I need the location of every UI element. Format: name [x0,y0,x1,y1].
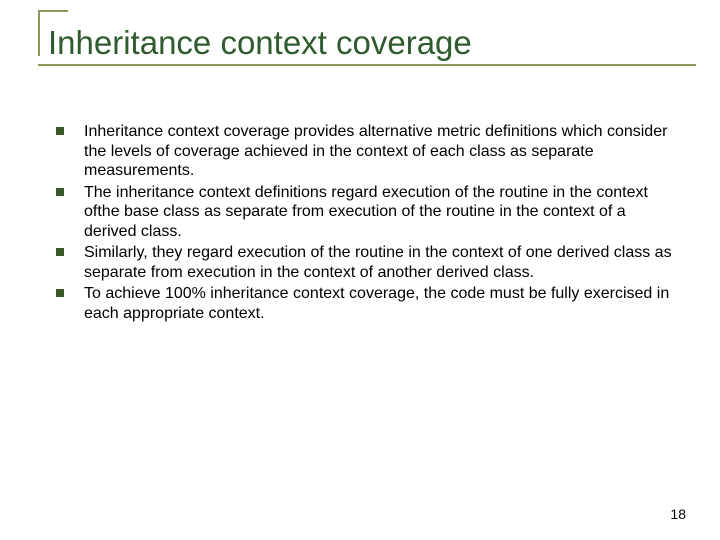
square-bullet-icon [56,127,64,135]
list-item: Inheritance context coverage provides al… [56,122,676,181]
slide-content: Inheritance context coverage provides al… [34,122,686,323]
square-bullet-icon [56,289,64,297]
slide: Inheritance context coverage Inheritance… [0,0,720,540]
list-item: Similarly, they regard execution of the … [56,243,676,282]
list-item: To achieve 100% inheritance context cove… [56,284,676,323]
title-corner-top [38,10,68,12]
title-corner-left [38,10,40,56]
slide-title: Inheritance context coverage [34,18,686,62]
list-item-text: Similarly, they regard execution of the … [84,244,672,281]
title-underline [38,64,696,66]
list-item-text: To achieve 100% inheritance context cove… [84,285,669,322]
page-number: 18 [670,506,686,522]
list-item-text: The inheritance context definitions rega… [84,184,648,240]
list-item: The inheritance context definitions rega… [56,183,676,242]
bullet-list: Inheritance context coverage provides al… [56,122,676,323]
list-item-text: Inheritance context coverage provides al… [84,123,667,179]
square-bullet-icon [56,248,64,256]
square-bullet-icon [56,188,64,196]
